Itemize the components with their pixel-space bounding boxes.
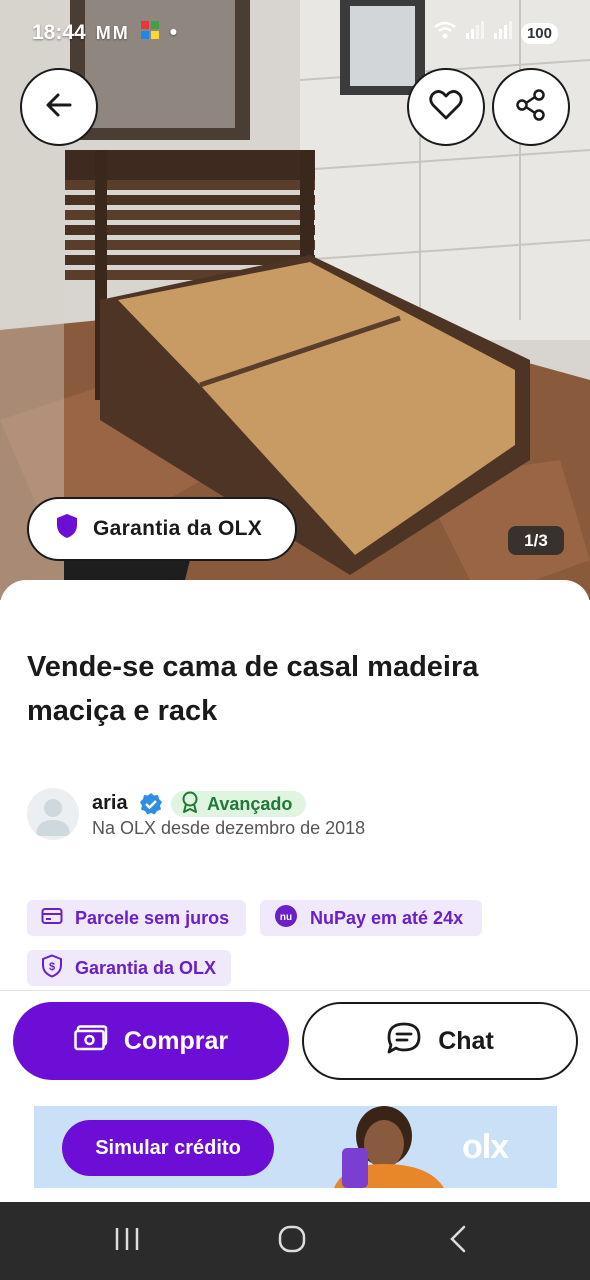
chip-installments-label: Parcele sem juros bbox=[75, 907, 230, 928]
notification-icons: MM bbox=[95, 22, 130, 43]
chat-button[interactable]: Chat bbox=[302, 1002, 578, 1080]
signal-icon bbox=[465, 21, 485, 45]
chip-nupay-label: NuPay em até 24x bbox=[310, 907, 464, 928]
simulate-credit-button[interactable]: Simular crédito bbox=[62, 1120, 274, 1176]
seller-name[interactable]: aria bbox=[92, 792, 128, 815]
avatar[interactable] bbox=[27, 788, 79, 840]
shield-icon bbox=[55, 513, 79, 545]
divider bbox=[0, 990, 590, 991]
chat-bubble-icon bbox=[386, 1021, 422, 1062]
battery-indicator: 100 bbox=[520, 22, 558, 44]
chip-installments[interactable]: Parcele sem juros bbox=[27, 900, 246, 936]
svg-text:nu: nu bbox=[280, 912, 292, 923]
guarantee-pill-label: Garantia da OLX bbox=[93, 517, 263, 540]
chip-nupay[interactable]: nu NuPay em até 24x bbox=[260, 900, 482, 936]
olx-logo: olx bbox=[462, 1128, 509, 1166]
system-nav-bar bbox=[0, 1202, 590, 1280]
share-icon bbox=[514, 88, 548, 127]
seller-since: Na OLX desde dezembro de 2018 bbox=[92, 818, 366, 838]
seller-level-label: Avançado bbox=[207, 793, 293, 814]
chip-guarantee[interactable]: $ Garantia da OLX bbox=[27, 950, 231, 986]
heart-icon bbox=[428, 88, 464, 127]
dot-icon: • bbox=[169, 21, 178, 44]
signal-icon-2 bbox=[493, 21, 513, 45]
back-button[interactable] bbox=[20, 68, 98, 146]
buy-button[interactable]: Comprar bbox=[13, 1002, 289, 1080]
buy-button-label: Comprar bbox=[123, 1026, 229, 1055]
status-time: 18:44 bbox=[32, 21, 86, 44]
status-bar: 18:44 MM • 100 bbox=[0, 0, 590, 70]
app-notification-icon bbox=[140, 20, 160, 46]
back-nav-icon[interactable] bbox=[444, 1224, 472, 1259]
recent-apps-icon[interactable] bbox=[113, 1224, 141, 1259]
wifi-icon bbox=[433, 20, 457, 46]
credit-card-icon bbox=[41, 907, 63, 930]
shield-dollar-icon: $ bbox=[41, 953, 63, 983]
seller-level-badge: Avançado bbox=[171, 791, 307, 818]
home-icon[interactable] bbox=[277, 1224, 307, 1259]
listing-title: Vende-se cama de casal madeira maciça e … bbox=[27, 651, 479, 727]
share-button[interactable] bbox=[492, 68, 570, 146]
arrow-left-icon bbox=[42, 88, 76, 127]
money-icon bbox=[74, 1024, 108, 1058]
nupay-logo-icon: nu bbox=[274, 904, 298, 933]
svg-text:$: $ bbox=[49, 961, 55, 973]
credit-banner[interactable]: Simular crédito olx bbox=[34, 1106, 557, 1188]
chat-button-label: Chat bbox=[438, 1026, 494, 1055]
favorite-button[interactable] bbox=[407, 68, 485, 146]
image-counter: 1/3 bbox=[508, 526, 564, 555]
guarantee-pill[interactable]: Garantia da OLX bbox=[27, 497, 297, 561]
chip-guarantee-label: Garantia da OLX bbox=[75, 957, 217, 978]
medal-icon bbox=[181, 791, 199, 818]
verified-check-icon bbox=[139, 792, 163, 821]
